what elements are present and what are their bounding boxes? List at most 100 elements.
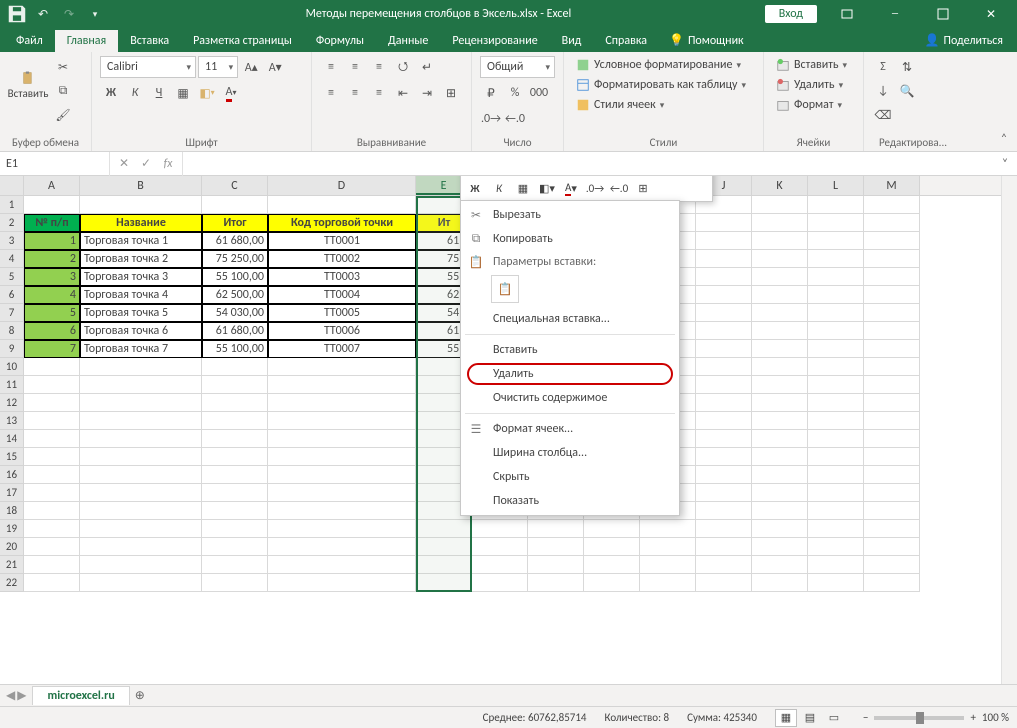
row-header[interactable]: 20 [0, 538, 24, 556]
cell[interactable] [416, 538, 472, 556]
cell[interactable] [472, 556, 528, 574]
cell[interactable] [80, 484, 202, 502]
cell[interactable] [528, 520, 584, 538]
cell[interactable]: 6 [24, 322, 80, 340]
col-header-B[interactable]: B [80, 176, 202, 195]
cell[interactable] [416, 574, 472, 592]
zoom-control[interactable]: − + 100 % [863, 711, 1009, 724]
cell[interactable] [202, 538, 268, 556]
cell[interactable] [752, 502, 808, 520]
row-header[interactable]: 5 [0, 268, 24, 286]
format-painter-icon[interactable]: 🖌 [52, 104, 74, 126]
cell[interactable] [752, 430, 808, 448]
cell[interactable] [584, 574, 640, 592]
cell[interactable] [808, 196, 864, 214]
cell[interactable]: ТТ0001 [268, 232, 416, 250]
tab-insert[interactable]: Вставка [118, 30, 181, 52]
cell[interactable] [24, 412, 80, 430]
cell[interactable] [864, 232, 920, 250]
sort-filter-icon[interactable]: ⇅ [896, 56, 918, 78]
cell[interactable] [864, 268, 920, 286]
select-all-corner[interactable] [0, 176, 24, 195]
cell[interactable]: Торговая точка 3 [80, 268, 202, 286]
tab-view[interactable]: Вид [550, 30, 594, 52]
cell[interactable] [268, 412, 416, 430]
cell[interactable] [752, 358, 808, 376]
cell[interactable] [584, 556, 640, 574]
cell[interactable] [80, 376, 202, 394]
col-header-L[interactable]: L [808, 176, 864, 195]
increase-decimal-icon[interactable]: .0→ [480, 108, 502, 130]
cell[interactable] [24, 358, 80, 376]
cell[interactable] [268, 394, 416, 412]
cell[interactable] [808, 340, 864, 358]
cell[interactable] [752, 286, 808, 304]
col-header-A[interactable]: A [24, 176, 80, 195]
cell[interactable]: Торговая точка 6 [80, 322, 202, 340]
ctx-cut[interactable]: ✂Вырезать [461, 203, 679, 227]
row-header[interactable]: 19 [0, 520, 24, 538]
increase-indent-icon[interactable]: ⇥ [416, 82, 438, 104]
cell[interactable]: Код торговой точки [268, 214, 416, 232]
conditional-formatting-button[interactable]: Условное форматирование▾ [572, 56, 755, 74]
row-header[interactable]: 1 [0, 196, 24, 214]
row-header[interactable]: 16 [0, 466, 24, 484]
row-header[interactable]: 21 [0, 556, 24, 574]
cell[interactable] [696, 502, 752, 520]
cell[interactable] [864, 358, 920, 376]
cell[interactable] [696, 214, 752, 232]
cell[interactable] [808, 484, 864, 502]
cell[interactable] [24, 466, 80, 484]
row-header[interactable]: 15 [0, 448, 24, 466]
cell[interactable] [808, 232, 864, 250]
cell[interactable] [202, 376, 268, 394]
cell[interactable] [752, 250, 808, 268]
cell[interactable] [696, 304, 752, 322]
cell[interactable] [80, 448, 202, 466]
cell[interactable] [864, 304, 920, 322]
zoom-out-icon[interactable]: − [863, 711, 868, 724]
cell[interactable] [202, 196, 268, 214]
cell[interactable] [202, 520, 268, 538]
row-header[interactable]: 11 [0, 376, 24, 394]
cell[interactable] [528, 574, 584, 592]
cell[interactable] [24, 448, 80, 466]
align-left-icon[interactable]: ≡ [320, 82, 342, 104]
cell[interactable]: 7 [24, 340, 80, 358]
row-header[interactable]: 6 [0, 286, 24, 304]
cell[interactable] [696, 448, 752, 466]
redo-icon[interactable]: ↷ [58, 3, 80, 25]
sheet-tab[interactable]: microexcel.ru [32, 686, 129, 705]
comma-icon[interactable]: 000 [528, 82, 550, 104]
col-header-D[interactable]: D [268, 176, 416, 195]
cell[interactable] [808, 358, 864, 376]
mini-italic-icon[interactable]: К [488, 178, 510, 198]
cell[interactable] [640, 520, 696, 538]
cell[interactable]: ТТ0002 [268, 250, 416, 268]
cell[interactable]: 4 [24, 286, 80, 304]
cell[interactable] [864, 520, 920, 538]
insert-cells-button[interactable]: Вставить▾ [772, 56, 855, 74]
cell[interactable] [752, 376, 808, 394]
cell[interactable] [864, 430, 920, 448]
borders-icon[interactable]: ▦ [172, 82, 194, 104]
ctx-copy[interactable]: ⧉Копировать [461, 227, 679, 251]
col-header-C[interactable]: C [202, 176, 268, 195]
find-icon[interactable]: 🔍 [896, 80, 918, 102]
cell[interactable] [864, 412, 920, 430]
merge-icon[interactable]: ⊞ [440, 82, 462, 104]
zoom-slider[interactable] [874, 716, 964, 720]
row-header[interactable]: 17 [0, 484, 24, 502]
cell[interactable]: 55 100,00 [202, 268, 268, 286]
paste-button[interactable]: Вставить [8, 56, 48, 114]
cell[interactable] [202, 556, 268, 574]
cell[interactable] [864, 484, 920, 502]
cell[interactable] [472, 538, 528, 556]
cell[interactable] [696, 412, 752, 430]
row-header[interactable]: 12 [0, 394, 24, 412]
maximize-icon[interactable] [921, 3, 965, 25]
cell[interactable] [472, 574, 528, 592]
cell[interactable] [80, 358, 202, 376]
cell[interactable] [416, 520, 472, 538]
row-header[interactable]: 3 [0, 232, 24, 250]
